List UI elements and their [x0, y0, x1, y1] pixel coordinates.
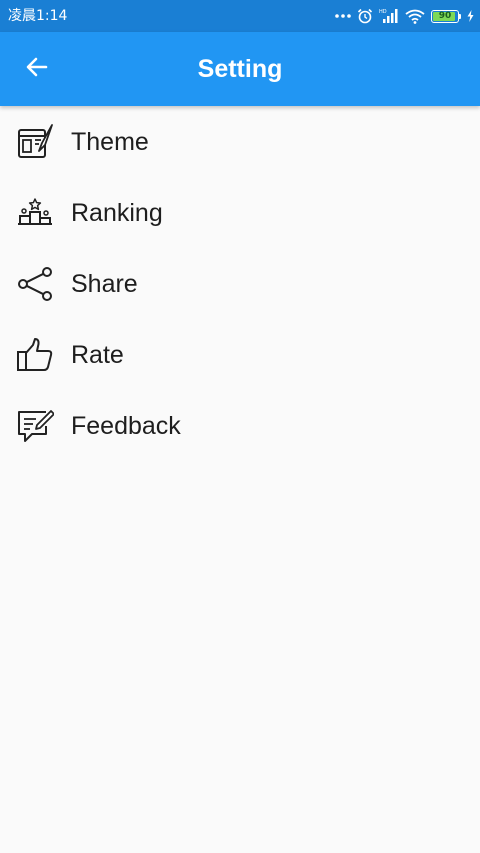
app-bar: Setting [0, 32, 480, 106]
more-dots-icon [335, 13, 351, 19]
battery-indicator: 90 [431, 9, 461, 23]
battery-cap [459, 13, 461, 19]
back-button[interactable] [14, 46, 60, 92]
status-time: 凌晨1:14 [8, 8, 68, 24]
share-icon [16, 265, 54, 303]
menu-item-share[interactable]: Share [0, 249, 480, 320]
thumbs-up-icon [16, 336, 54, 374]
feedback-edit-icon [16, 407, 54, 445]
status-icons: HD 90 [335, 6, 474, 26]
settings-menu: Theme Ranking Share Rate Feedback [0, 107, 480, 462]
menu-item-label: Rate [71, 341, 124, 369]
svg-text:HD: HD [379, 9, 387, 15]
charging-icon [467, 10, 474, 22]
status-bar: 凌晨1:14 HD 90 [0, 0, 480, 32]
menu-item-rate[interactable]: Rate [0, 320, 480, 391]
theme-palette-icon [16, 123, 54, 161]
menu-item-label: Theme [71, 128, 149, 156]
battery-level: 90 [438, 10, 452, 21]
page-title: Setting [197, 55, 283, 83]
menu-item-feedback[interactable]: Feedback [0, 391, 480, 462]
hd-signal-icon: HD [379, 8, 399, 24]
alarm-icon [357, 8, 373, 24]
menu-item-label: Feedback [71, 412, 181, 440]
ranking-podium-icon [16, 194, 54, 232]
arrow-left-icon [25, 55, 49, 84]
menu-item-label: Share [71, 270, 138, 298]
menu-item-theme[interactable]: Theme [0, 107, 480, 178]
wifi-icon [405, 9, 425, 24]
menu-item-ranking[interactable]: Ranking [0, 178, 480, 249]
menu-item-label: Ranking [71, 199, 163, 227]
battery-icon: 90 [431, 9, 459, 23]
